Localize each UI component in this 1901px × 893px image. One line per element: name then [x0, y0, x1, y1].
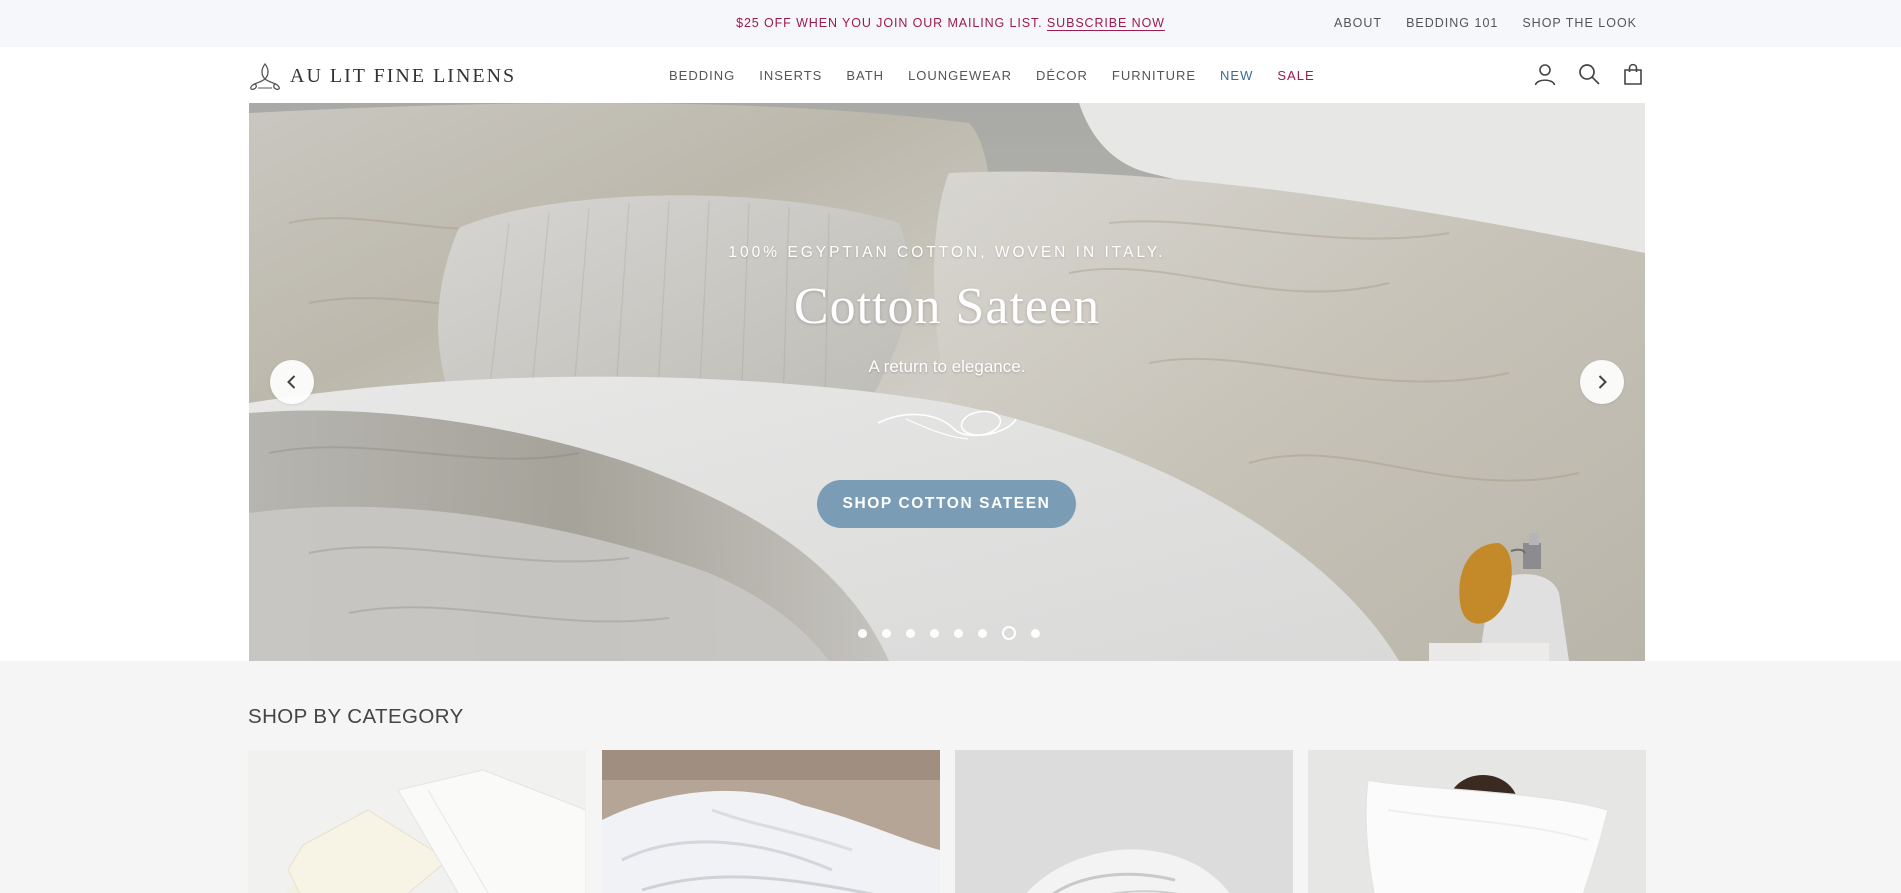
utility-link-bedding-101[interactable]: BEDDING 101 [1406, 16, 1498, 30]
nav-furniture[interactable]: FURNITURE [1112, 68, 1196, 83]
chevron-left-icon [287, 375, 296, 389]
announcement-message: $25 OFF WHEN YOU JOIN OUR MAILING LIST. [736, 16, 1043, 30]
pillow-category-image [1308, 750, 1646, 893]
utility-nav: ABOUT BEDDING 101 SHOP THE LOOK [1334, 16, 1637, 30]
flourish-divider-icon [877, 410, 1017, 440]
hero-eyebrow: 100% EGYPTIAN COTTON, WOVEN IN ITALY. [728, 244, 1166, 261]
header-icons [1533, 62, 1645, 86]
hero-carousel: 100% EGYPTIAN COTTON, WOVEN IN ITALY. Co… [249, 103, 1645, 661]
cart-icon[interactable] [1621, 62, 1645, 86]
chevron-right-icon [1598, 375, 1607, 389]
main-nav: BEDDING INSERTS BATH LOUNGEWEAR DÉCOR FU… [669, 68, 1315, 83]
hero-subtitle: A return to elegance. [868, 357, 1026, 376]
search-icon[interactable] [1577, 62, 1601, 86]
flourish-logo-icon [250, 62, 280, 91]
carousel-dot[interactable] [882, 628, 891, 638]
nav-bedding[interactable]: BEDDING [669, 68, 735, 83]
subscribe-link[interactable]: SUBSCRIBE NOW [1047, 16, 1165, 30]
category-heading: SHOP BY CATEGORY [248, 705, 464, 728]
nav-new[interactable]: NEW [1220, 68, 1253, 83]
carousel-dot-active[interactable] [1002, 626, 1016, 640]
brand-name: AU LIT FINE LINENS [290, 64, 517, 87]
comforter-category-tile[interactable] [955, 750, 1293, 893]
sheets-category-tile[interactable] [248, 750, 586, 893]
shop-cotton-sateen-button[interactable]: SHOP COTTON SATEEN [817, 480, 1076, 528]
hero-bedding-image [249, 103, 1645, 661]
nav-decor[interactable]: DÉCOR [1036, 68, 1088, 83]
announcement-bar: $25 OFF WHEN YOU JOIN OUR MAILING LIST. … [0, 0, 1901, 47]
carousel-dot[interactable] [1031, 628, 1040, 638]
pillow-category-tile[interactable] [1308, 750, 1646, 893]
nav-sale[interactable]: SALE [1277, 68, 1314, 83]
nav-loungewear[interactable]: LOUNGEWEAR [908, 68, 1012, 83]
carousel-dot[interactable] [906, 628, 915, 638]
duvet-category-image [602, 750, 940, 893]
sheets-category-image [248, 750, 586, 893]
account-icon[interactable] [1533, 62, 1557, 86]
carousel-dot[interactable] [858, 628, 867, 638]
hero-title: Cotton Sateen [793, 278, 1101, 335]
brand-logo[interactable]: AU LIT FINE LINENS [248, 61, 516, 91]
carousel-dot[interactable] [978, 628, 987, 638]
carousel-dot[interactable] [930, 628, 939, 638]
utility-link-shop-the-look[interactable]: SHOP THE LOOK [1522, 16, 1637, 30]
utility-link-about[interactable]: ABOUT [1334, 16, 1382, 30]
comforter-category-image [955, 750, 1293, 893]
carousel-dot[interactable] [954, 628, 963, 638]
carousel-prev-button[interactable] [270, 360, 314, 404]
shop-by-category-section: SHOP BY CATEGORY [0, 661, 1901, 893]
site-header: AU LIT FINE LINENS BEDDING INSERTS BATH … [0, 47, 1901, 103]
carousel-dots [249, 626, 1645, 640]
nav-inserts[interactable]: INSERTS [759, 68, 822, 83]
duvet-category-tile[interactable] [602, 750, 940, 893]
nav-bath[interactable]: BATH [846, 68, 884, 83]
carousel-next-button[interactable] [1580, 360, 1624, 404]
